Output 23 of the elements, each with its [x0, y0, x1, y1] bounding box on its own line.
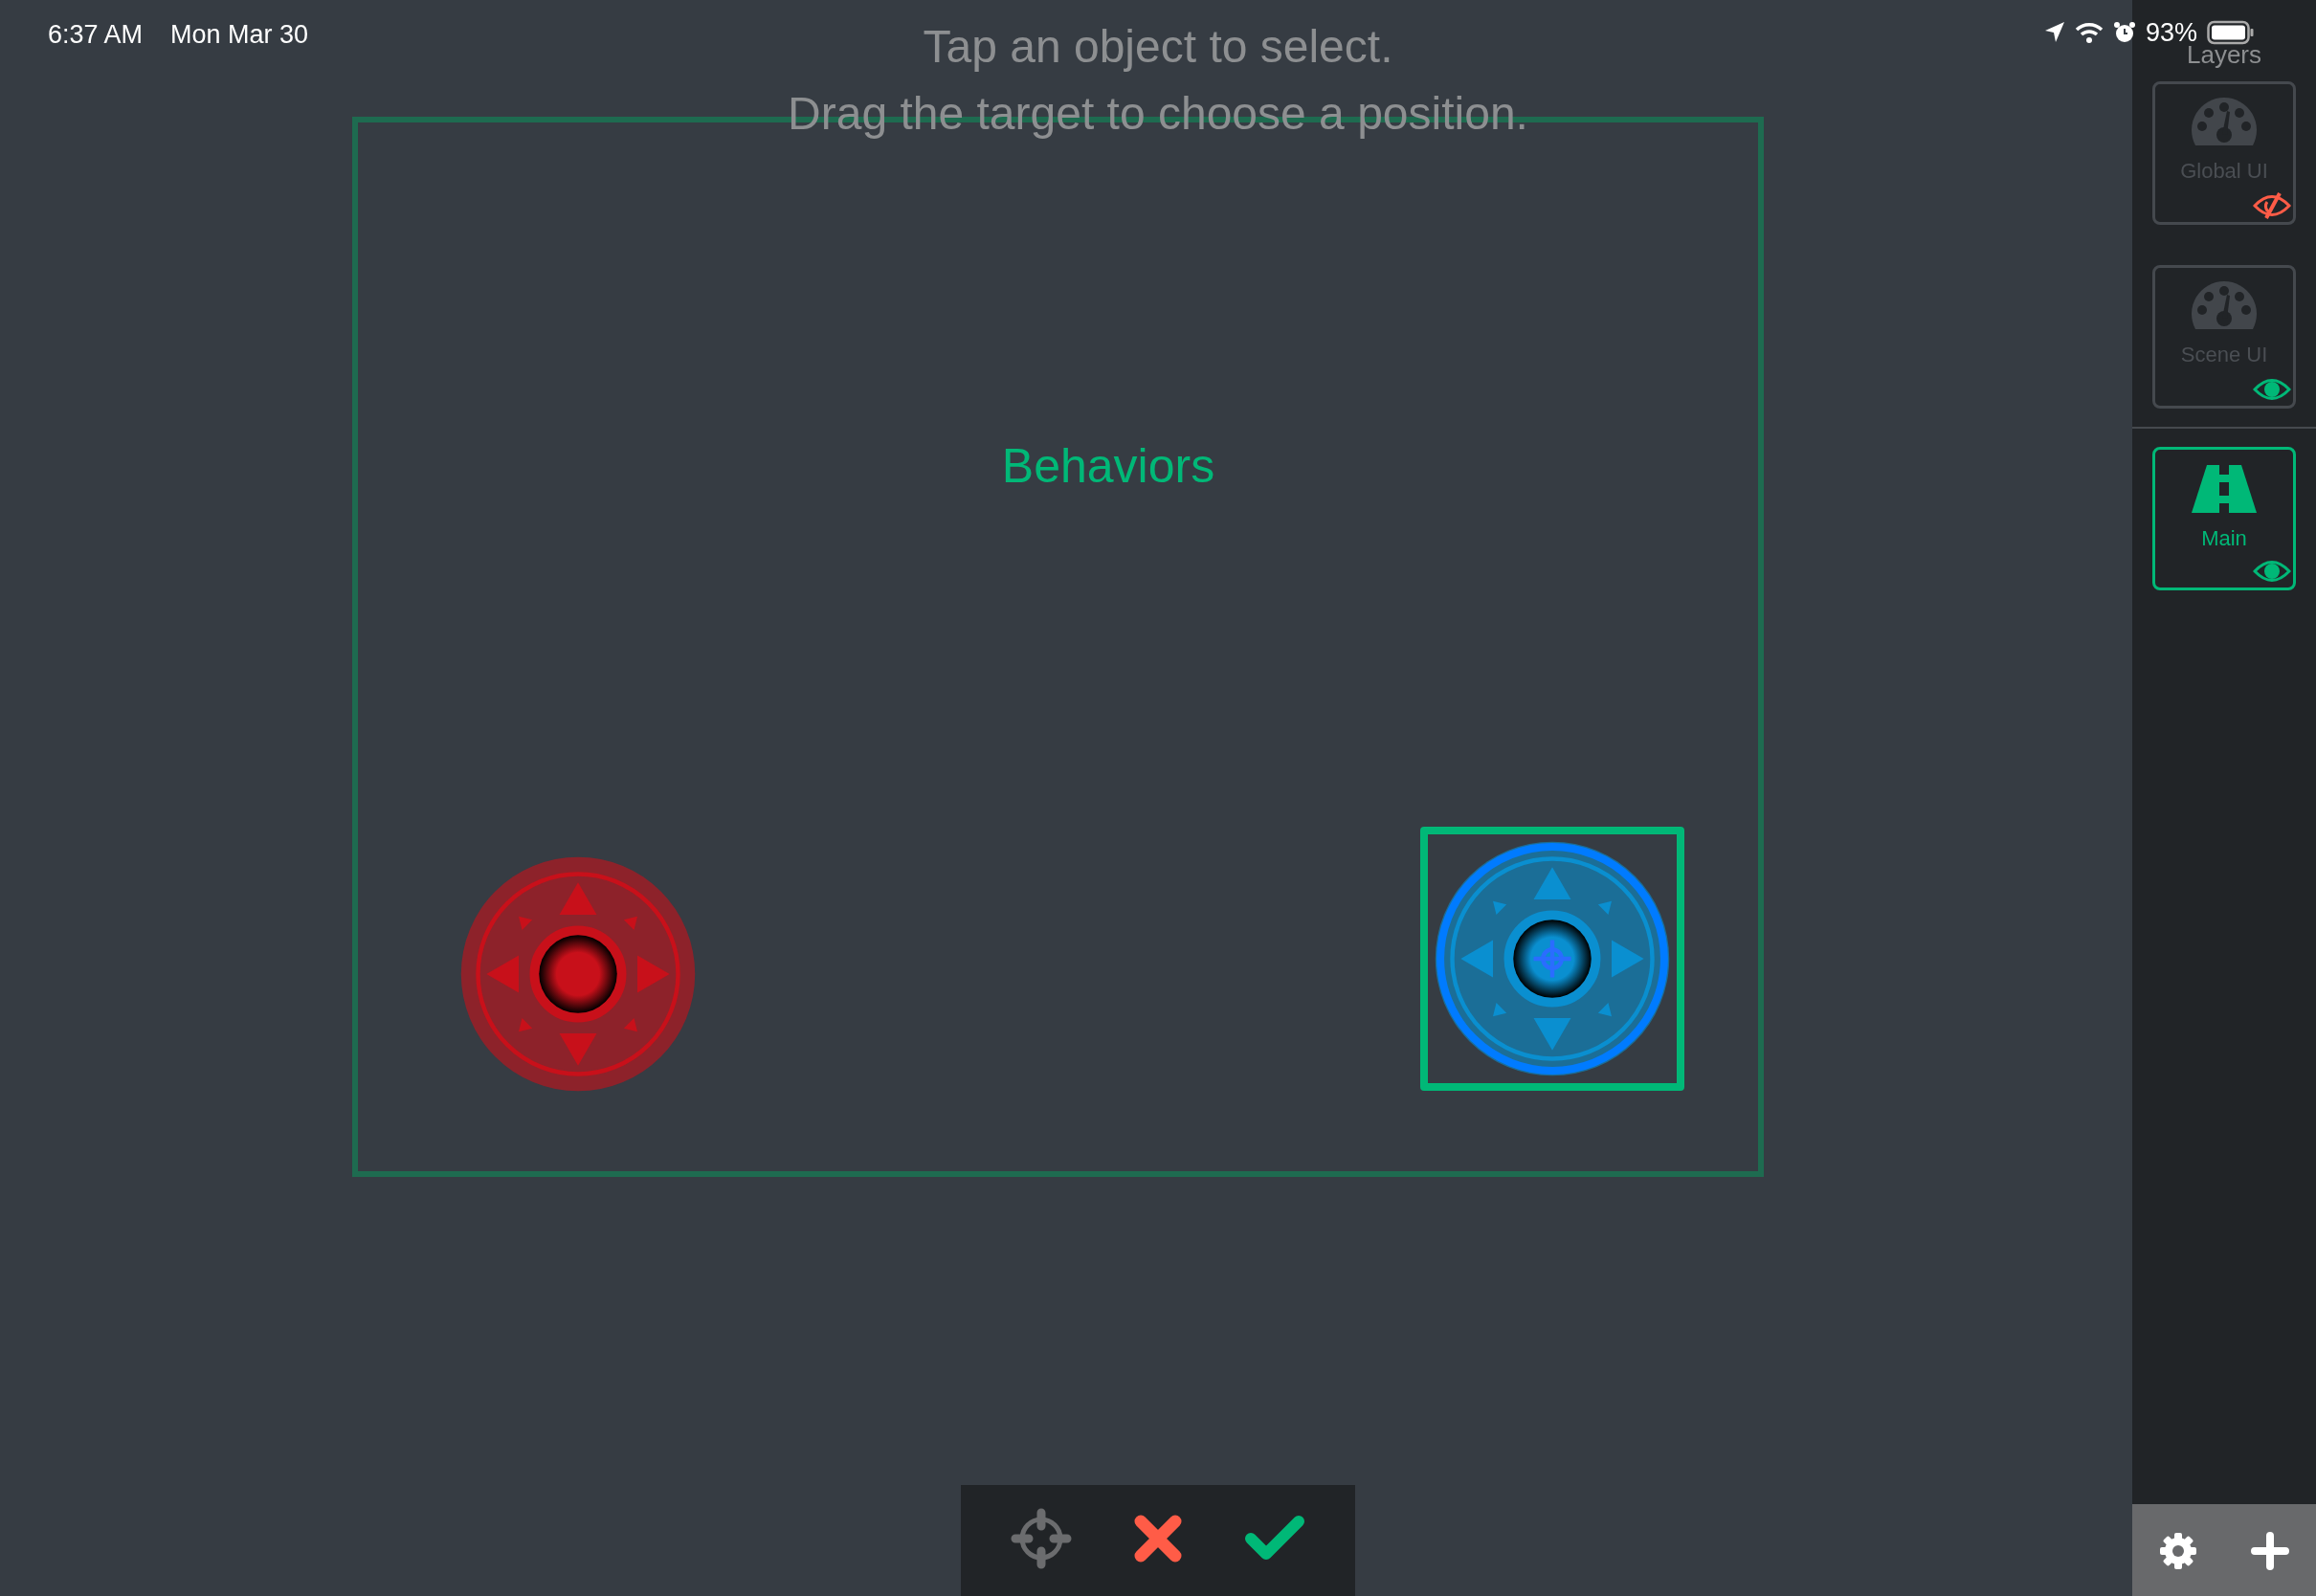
road-icon	[2190, 463, 2259, 515]
settings-icon	[2158, 1531, 2198, 1571]
alarm-icon	[2113, 21, 2136, 45]
gauge-icon	[2192, 98, 2257, 147]
layer-label: Main	[2201, 525, 2247, 552]
selection-frame[interactable]	[1420, 827, 1684, 1091]
instruction-text: Tap an object to select.	[923, 20, 1393, 74]
cross-icon	[1133, 1514, 1183, 1563]
plus-icon	[2251, 1532, 2289, 1570]
wifi-icon	[2075, 21, 2104, 45]
eye-icon[interactable]	[2253, 377, 2291, 402]
status-date: Mon Mar 30	[170, 19, 309, 51]
battery-icon	[2207, 20, 2256, 46]
gauge-icon	[2192, 281, 2257, 331]
canvas-label: Behaviors	[1001, 438, 1215, 495]
instruction-text: Drag the target to choose a position.	[788, 87, 1528, 141]
status-time: 6:37 AM	[48, 19, 144, 51]
joystick-drawing[interactable]	[1434, 840, 1671, 1077]
eye-icon[interactable]	[2253, 559, 2291, 584]
layer-card[interactable]: Main	[2152, 447, 2296, 590]
joystick-drawing[interactable]	[459, 855, 697, 1093]
hidden-eye-icon[interactable]	[2253, 191, 2291, 220]
crosshair-icon	[1011, 1508, 1072, 1569]
